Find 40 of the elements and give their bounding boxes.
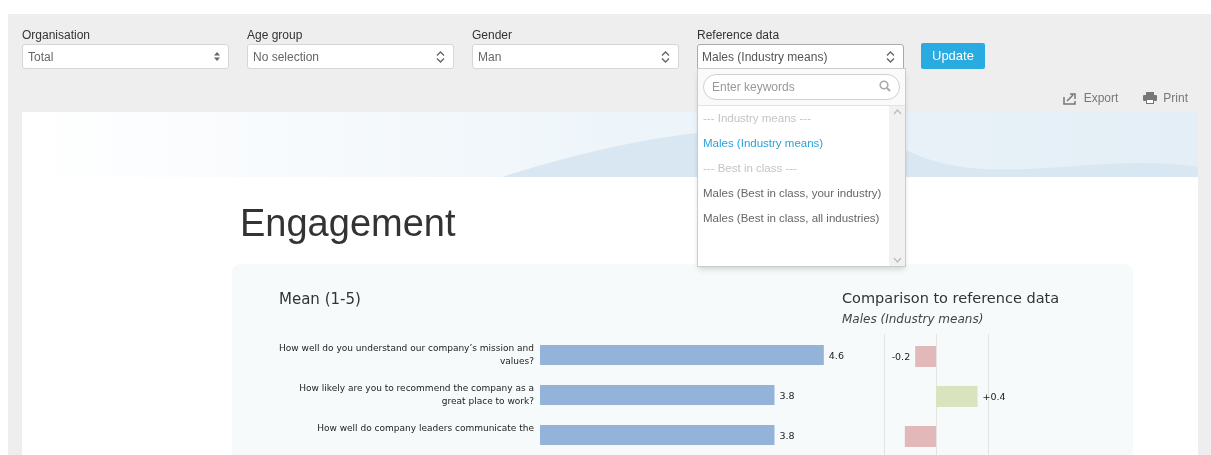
filter-label: Gender [472, 28, 514, 43]
difference-bar [904, 425, 936, 447]
chart-title: Comparison to reference data [842, 289, 1061, 308]
value-label: 3.8 [779, 429, 795, 441]
value-label: 3.8 [779, 389, 795, 401]
dropdown-option[interactable]: Males (Best in class, your industry) [698, 181, 889, 206]
filter-label: Organisation [22, 28, 92, 43]
chart-subtitle: Males (Industry means) [842, 310, 985, 328]
difference-label: +0.4 [982, 390, 1006, 402]
export-button[interactable]: Export [1062, 89, 1119, 107]
scroll-down-icon [892, 257, 902, 263]
question-label: How well do you understand our company’s mission and values? [279, 341, 534, 368]
printer-icon [1143, 92, 1158, 104]
chart-title: Mean (1-5) [279, 289, 362, 310]
report-title: Engagement [240, 201, 456, 246]
question-label: How well do company leaders communicate the [316, 421, 534, 435]
question-label: How likely are you to recommend the company as a great place to work? [298, 381, 534, 408]
difference-label: -0.2 [891, 350, 911, 362]
filter-select[interactable]: No selection [247, 44, 454, 69]
scroll-up-icon [892, 109, 902, 115]
group-header: --- Industry means --- [702, 110, 812, 126]
value-label: 4.6 [828, 349, 844, 361]
export-icon [1062, 91, 1078, 105]
sort-icon [214, 52, 220, 61]
search-icon [879, 80, 891, 92]
difference-bar [936, 385, 978, 407]
filter-label: Reference data [697, 28, 781, 43]
scrollbar[interactable] [889, 106, 905, 266]
dropdown-option[interactable]: Males (Best in class, all industries) [698, 206, 889, 231]
chevron-icon [886, 50, 895, 63]
search-field[interactable]: Enter keywords [703, 74, 900, 100]
reference-select[interactable]: Males (Industry means) [697, 44, 904, 69]
chevron-icon [661, 50, 670, 63]
filter-select[interactable]: Man [472, 44, 679, 69]
group-header: --- Best in class --- [702, 160, 798, 176]
chevron-icon [436, 50, 445, 63]
filter-label: Age group [247, 28, 304, 43]
filter-select[interactable]: Total [22, 44, 229, 69]
print-button[interactable]: Print [1143, 89, 1188, 107]
difference-bar [915, 345, 936, 367]
